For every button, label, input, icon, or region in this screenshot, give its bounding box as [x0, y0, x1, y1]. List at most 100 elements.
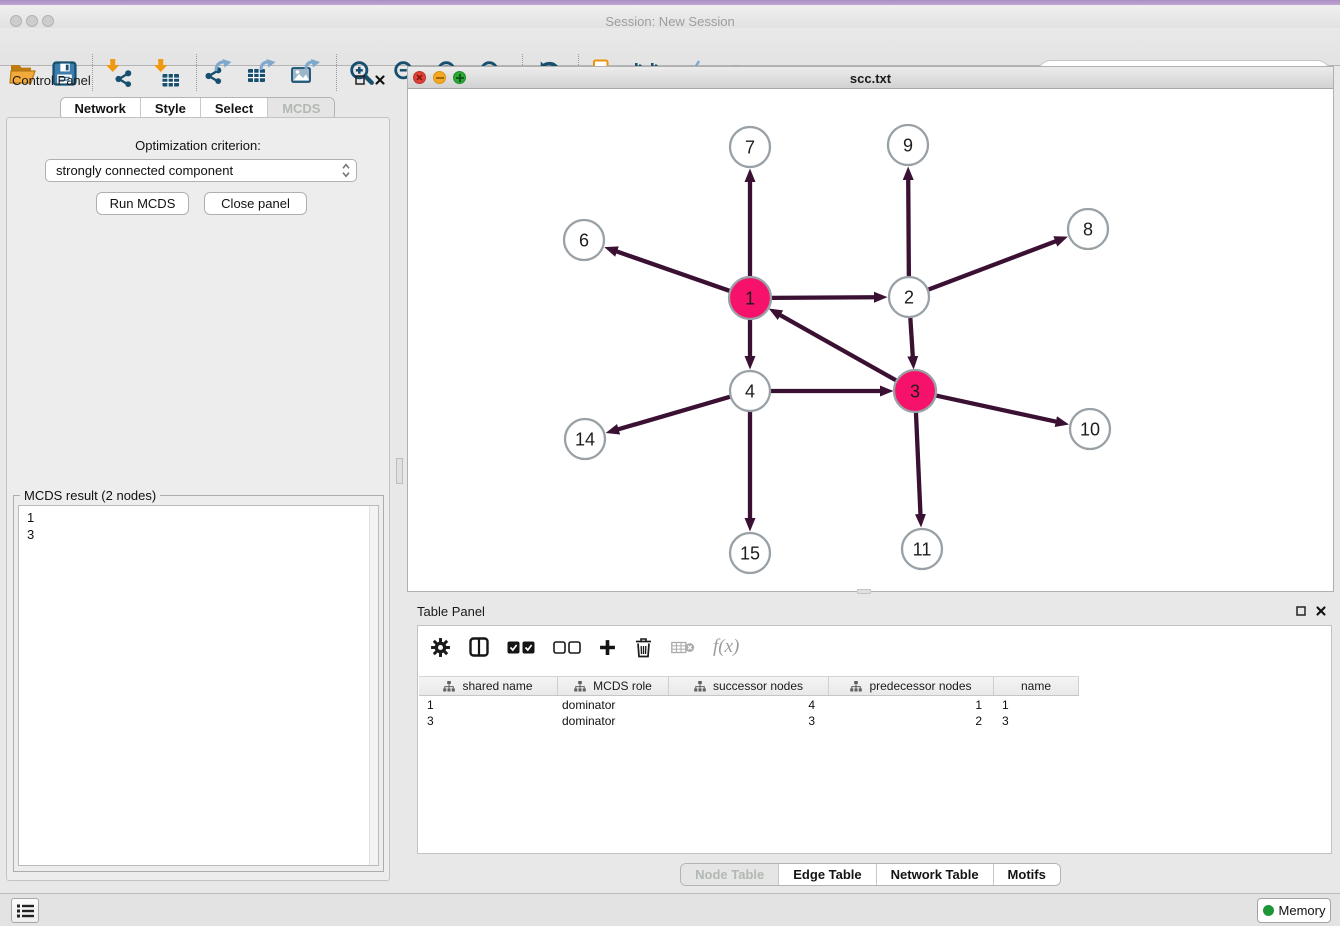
- memory-button[interactable]: Memory: [1257, 898, 1331, 923]
- float-panel-icon[interactable]: [353, 73, 367, 87]
- horizontal-split-handle[interactable]: [857, 589, 871, 594]
- edge-2-to-3[interactable]: [910, 318, 912, 357]
- hierarchy-icon: [694, 681, 706, 692]
- main-titlebar: Session: New Session: [0, 5, 1340, 28]
- mcds-tab-content: Optimization criterion: strongly connect…: [6, 117, 390, 881]
- column-header-predecessor-nodes[interactable]: predecessor nodes: [829, 677, 994, 695]
- column-header-name[interactable]: name: [994, 677, 1079, 695]
- node-label-9: 9: [903, 135, 913, 155]
- control-panel-title: Control Panel: [12, 73, 91, 88]
- float-table-panel-icon[interactable]: [1294, 604, 1308, 618]
- cell-shared-name: 3: [419, 713, 558, 729]
- hierarchy-icon: [850, 681, 862, 692]
- criterion-dropdown[interactable]: strongly connected component: [45, 159, 357, 182]
- node-label-2: 2: [904, 287, 914, 307]
- edge-1-to-2[interactable]: [771, 297, 875, 298]
- column-header-MCDS-role[interactable]: MCDS role: [558, 677, 669, 695]
- node-label-14: 14: [575, 429, 595, 449]
- column-label: predecessor nodes: [869, 679, 971, 693]
- control-panel-header: Control Panel: [0, 66, 395, 94]
- tab-style[interactable]: Style: [140, 98, 200, 119]
- criterion-value: strongly connected component: [56, 163, 342, 178]
- mcds-result-text: 1 3: [19, 506, 369, 865]
- table-row[interactable]: 1dominator411: [419, 697, 1330, 713]
- application-window: Session: New Session: [0, 0, 1340, 926]
- edge-3-to-11[interactable]: [916, 412, 921, 515]
- cell-name: 1: [994, 697, 1079, 713]
- node-label-4: 4: [745, 381, 755, 401]
- column-header-shared-name[interactable]: shared name: [419, 677, 558, 695]
- tab-motifs[interactable]: Motifs: [993, 864, 1060, 885]
- memory-status-icon: [1263, 905, 1274, 916]
- column-label: name: [1021, 679, 1051, 693]
- vertical-split-handle[interactable]: [396, 458, 403, 484]
- list-icon: [17, 904, 34, 918]
- network-view-window: scc.txt 7968124314101511: [407, 66, 1334, 592]
- session-title: Session: New Session: [0, 14, 1340, 29]
- memory-label: Memory: [1279, 903, 1326, 918]
- status-bar: Memory: [0, 893, 1340, 926]
- close-table-panel-icon[interactable]: [1314, 604, 1328, 618]
- hierarchy-icon: [443, 681, 455, 692]
- network-window-titlebar: scc.txt: [408, 67, 1333, 89]
- tab-select[interactable]: Select: [200, 98, 267, 119]
- optimization-criterion-label: Optimization criterion:: [7, 138, 389, 153]
- close-panel-icon[interactable]: [373, 73, 387, 87]
- close-panel-button[interactable]: Close panel: [204, 192, 307, 215]
- cell-MCDS-role: dominator: [558, 713, 669, 729]
- table-rows: 1dominator4113dominator323: [419, 697, 1330, 729]
- column-label: successor nodes: [713, 679, 803, 693]
- edge-3-to-1[interactable]: [780, 315, 897, 381]
- column-label: shared name: [462, 679, 532, 693]
- result-scrollbar[interactable]: [369, 506, 378, 865]
- task-history-button[interactable]: [11, 898, 39, 923]
- column-header-successor-nodes[interactable]: successor nodes: [669, 677, 829, 695]
- node-label-3: 3: [910, 381, 920, 401]
- edge-1-to-6[interactable]: [617, 251, 731, 291]
- edge-2-to-9[interactable]: [908, 179, 909, 276]
- table-panel-header: Table Panel: [407, 597, 1334, 625]
- dropdown-stepper-icon: [342, 163, 350, 178]
- hierarchy-icon: [574, 681, 586, 692]
- deselect-all-icon[interactable]: [553, 641, 581, 654]
- edge-4-to-14[interactable]: [618, 397, 730, 429]
- tab-mcds[interactable]: MCDS: [267, 98, 334, 119]
- toggle-panel-icon[interactable]: [469, 637, 489, 657]
- mcds-result-title: MCDS result (2 nodes): [20, 488, 160, 503]
- node-table-container: f(x) shared name MCDS role successor nod…: [417, 625, 1332, 854]
- select-all-icon[interactable]: [507, 641, 535, 654]
- function-builder-icon: f(x): [713, 636, 739, 658]
- table-column-headers: shared name MCDS role successor nodes pr…: [419, 676, 1079, 696]
- network-canvas[interactable]: 7968124314101511: [408, 89, 1333, 591]
- run-mcds-button[interactable]: Run MCDS: [96, 192, 189, 215]
- settings-gear-icon[interactable]: [430, 637, 451, 658]
- add-column-icon[interactable]: [599, 639, 616, 656]
- node-label-1: 1: [745, 288, 755, 308]
- mcds-result-box[interactable]: 1 3: [18, 505, 379, 866]
- mcds-result-group: MCDS result (2 nodes) 1 3: [13, 495, 384, 872]
- table-row[interactable]: 3dominator323: [419, 713, 1330, 729]
- tab-node-table[interactable]: Node Table: [681, 864, 778, 885]
- edge-2-to-8[interactable]: [929, 241, 1056, 289]
- node-label-15: 15: [740, 543, 760, 563]
- edge-3-to-10[interactable]: [936, 395, 1057, 421]
- cell-predecessor-nodes: 1: [829, 697, 994, 713]
- cell-successor-nodes: 3: [669, 713, 829, 729]
- node-label-11: 11: [913, 539, 932, 559]
- table-panel: Table Panel: [407, 597, 1334, 888]
- network-window-title: scc.txt: [408, 71, 1333, 86]
- delete-table-icon: [671, 640, 695, 655]
- tab-network-table[interactable]: Network Table: [876, 864, 993, 885]
- network-graph: 7968124314101511: [408, 89, 1333, 591]
- column-label: MCDS role: [593, 679, 652, 693]
- node-label-7: 7: [745, 137, 755, 157]
- table-panel-title: Table Panel: [417, 604, 485, 619]
- main-toolbar: [0, 28, 1340, 66]
- cell-name: 3: [994, 713, 1079, 729]
- tab-network[interactable]: Network: [61, 98, 140, 119]
- table-toolbar: f(x): [418, 626, 1331, 668]
- tab-edge-table[interactable]: Edge Table: [778, 864, 875, 885]
- control-panel: Control Panel NetworkStyleSelectMCDS Opt…: [0, 66, 395, 893]
- delete-column-icon[interactable]: [634, 637, 653, 658]
- cell-successor-nodes: 4: [669, 697, 829, 713]
